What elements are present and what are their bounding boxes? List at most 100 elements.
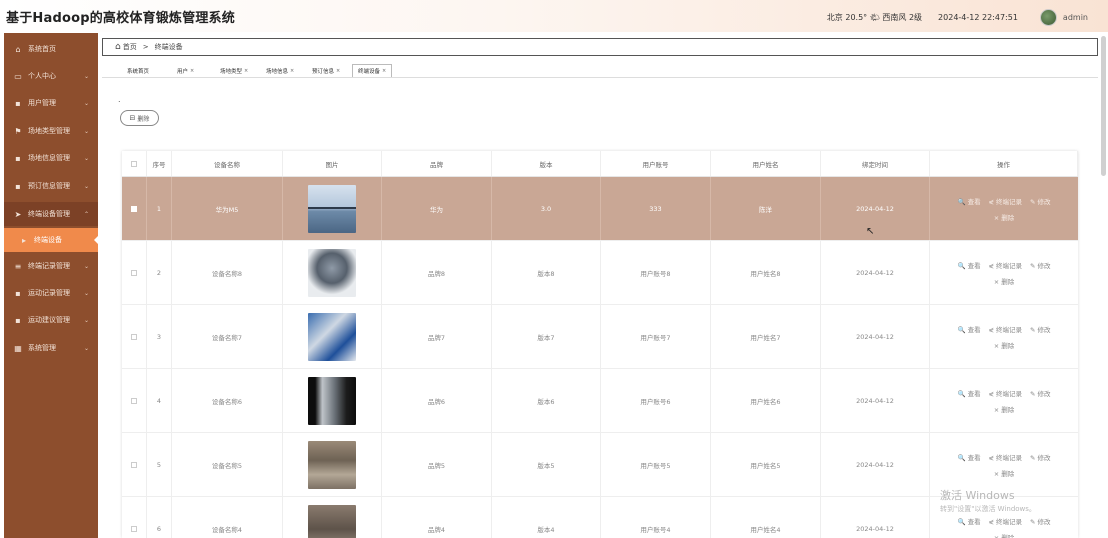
machine-photo[interactable] <box>308 248 356 297</box>
edit-button[interactable]: ✎ 修改 <box>1030 324 1050 334</box>
sidebar-item-1[interactable]: ⌂ 系统首页 <box>4 37 98 61</box>
share-icon: ⋞ <box>988 389 995 398</box>
edit-button-label: 修改 <box>1037 261 1051 270</box>
delete-row-button[interactable]: × 删除 <box>994 212 1014 222</box>
view-button[interactable]: 🔍 查看 <box>958 260 981 270</box>
chevron-down-icon: ⌄ <box>83 127 89 135</box>
cell-name: 设备名称7 <box>172 305 283 368</box>
sidebar-item-10[interactable]: ▪ 运动记录管理 ⌄ <box>4 281 98 305</box>
share-icon: ⋞ <box>988 261 995 270</box>
record-button[interactable]: ⋞ 终端记录 <box>989 196 1022 206</box>
machine-photo[interactable] <box>308 312 356 361</box>
cell-account: 用户账号4 <box>601 497 711 538</box>
tab-6[interactable]: 终端设备 × <box>352 64 393 77</box>
sidebar-item-3[interactable]: ▪ 用户管理 ⌄ <box>4 91 98 115</box>
machine-photo[interactable] <box>308 376 356 425</box>
username[interactable]: admin <box>1063 13 1088 22</box>
column-header: 设备名称 <box>172 151 283 176</box>
view-button[interactable]: 🔍 查看 <box>958 452 981 462</box>
record-button-label: 终端记录 <box>996 389 1023 398</box>
view-button[interactable]: 🔍 查看 <box>958 324 981 334</box>
table-row[interactable]: 4 设备名称6 品牌6 版本6 用户账号6 用户姓名6 2024-04-12 🔍 查看 ⋞ 终端记录… <box>122 369 1078 433</box>
bridge-photo[interactable] <box>308 184 356 233</box>
sidebar-item-11[interactable]: ▪ 运动建议管理 ⌄ <box>4 308 98 332</box>
delete-button[interactable]: ⊟ 删除 <box>120 110 159 126</box>
actions-line: 🔍 查看 ⋞ 终端记录 ✎ 修改 <box>958 324 1051 334</box>
delete-button-label: 删除 <box>137 115 150 123</box>
edit-button[interactable]: ✎ 修改 <box>1030 196 1050 206</box>
close-icon: × <box>993 341 1000 350</box>
breadcrumb-home[interactable]: 首页 <box>123 42 137 52</box>
avatar[interactable] <box>1039 9 1057 26</box>
record-button[interactable]: ⋞ 终端记录 <box>989 388 1022 398</box>
sidebar-item-9[interactable]: ≡ 终端记录管理 ⌄ <box>4 254 98 278</box>
close-icon[interactable]: × <box>290 68 294 74</box>
cell-brand: 品牌4 <box>382 497 492 538</box>
row-checkbox[interactable] <box>131 397 137 404</box>
cell-index: 6 <box>147 497 172 538</box>
table-row[interactable]: 2 设备名称8 品牌8 版本8 用户账号8 用户姓名8 2024-04-12 🔍 查看 ⋞ 终端记录… <box>122 241 1078 305</box>
delete-row-button[interactable]: × 删除 <box>994 340 1014 350</box>
view-button[interactable]: 🔍 查看 <box>958 388 981 398</box>
cell-time: 2024-04-12 <box>821 241 930 304</box>
machine-photo[interactable] <box>308 440 356 489</box>
record-button[interactable]: ⋞ 终端记录 <box>989 260 1022 270</box>
cell-name: 设备名称6 <box>172 369 283 432</box>
actions-line: 🔍 查看 ⋞ 终端记录 ✎ 修改 <box>958 516 1051 526</box>
table-row[interactable]: 6 设备名称4 品牌4 版本4 用户账号4 用户姓名4 2024-04-12 🔍 查看 ⋞ 终端记录… <box>122 497 1078 538</box>
edit-button[interactable]: ✎ 修改 <box>1030 388 1050 398</box>
actions-line: × 删除 <box>994 340 1014 350</box>
row-checkbox[interactable] <box>131 205 137 212</box>
cell-version: 3.0 <box>492 177 601 240</box>
record-button[interactable]: ⋞ 终端记录 <box>989 516 1022 526</box>
sidebar-item-8[interactable]: ▸ 终端设备 <box>4 228 98 252</box>
view-button[interactable]: 🔍 查看 <box>958 516 981 526</box>
tab-2[interactable]: 用户 × <box>172 64 199 77</box>
record-button[interactable]: ⋞ 终端记录 <box>989 324 1022 334</box>
sidebar-item-5[interactable]: ▪ 场地信息管理 ⌄ <box>4 146 98 170</box>
edit-button[interactable]: ✎ 修改 <box>1030 260 1050 270</box>
sidebar-item-4[interactable]: ⚑ 场地类型管理 ⌄ <box>4 119 98 143</box>
home-icon: ⌂ <box>15 44 21 54</box>
view-button[interactable]: 🔍 查看 <box>958 196 981 206</box>
edit-button-label: 修改 <box>1037 325 1051 334</box>
row-checkbox[interactable] <box>131 333 137 340</box>
select-all-checkbox[interactable] <box>131 160 137 167</box>
edit-button[interactable]: ✎ 修改 <box>1030 516 1050 526</box>
app-title: 基于Hadoop的高校体育锻炼管理系统 <box>6 11 235 26</box>
home-icon[interactable]: ⌂ <box>115 42 121 52</box>
sidebar-item-7[interactable]: ➤ 终端设备管理 ⌃ <box>4 202 98 226</box>
tab-4[interactable]: 场地信息 × <box>261 64 299 77</box>
close-icon[interactable]: × <box>382 68 386 74</box>
table-row[interactable]: 1 华为M5 华为 3.0 333 陈洋 2024-04-12 🔍 查看 ⋞ 终端记录 ✎ 修改 × 删除 <box>122 177 1078 241</box>
tab-3[interactable]: 场地类型 × <box>215 64 253 77</box>
row-checkbox[interactable] <box>131 269 137 276</box>
delete-row-button[interactable]: × 删除 <box>994 404 1014 414</box>
device-table: 序号 设备名称 图片 品牌 版本 用户账号 用户姓名 绑定时间 操作 1 华为M5 华为 3.0 333 陈… <box>122 151 1078 538</box>
record-button[interactable]: ⋞ 终端记录 <box>989 452 1022 462</box>
row-checkbox[interactable] <box>131 525 137 532</box>
column-header: 品牌 <box>382 151 492 176</box>
machine-photo[interactable] <box>308 504 356 538</box>
close-icon[interactable]: × <box>336 68 340 74</box>
tab-5[interactable]: 预订信息 × <box>307 64 345 77</box>
delete-row-button[interactable]: × 删除 <box>994 276 1014 286</box>
sidebar-item-6[interactable]: ▪ 预订信息管理 ⌄ <box>4 174 98 198</box>
chevron-up-icon: ⌃ <box>83 210 89 218</box>
tab-1[interactable]: 系统首页 <box>122 64 154 77</box>
sidebar-item-12[interactable]: ▦ 系统管理 ⌄ <box>4 336 98 360</box>
cell-index: 1 <box>147 177 172 240</box>
table-row[interactable]: 5 设备名称5 品牌5 版本5 用户账号5 用户姓名5 2024-04-12 🔍 查看 ⋞ 终端记录… <box>122 433 1078 497</box>
close-icon[interactable]: × <box>190 68 194 74</box>
row-checkbox[interactable] <box>131 461 137 468</box>
table-icon: ▦ <box>14 343 22 353</box>
view-button-label: 查看 <box>967 517 981 526</box>
table-row[interactable]: 3 设备名称7 品牌7 版本7 用户账号7 用户姓名7 2024-04-12 🔍 查看 ⋞ 终端记录… <box>122 305 1078 369</box>
delete-row-button[interactable]: × 删除 <box>994 532 1014 538</box>
scrollbar[interactable] <box>1101 36 1106 176</box>
delete-row-button[interactable]: × 删除 <box>994 468 1014 478</box>
caret-right-icon: ▸ <box>21 235 26 245</box>
sidebar-item-2[interactable]: ▭ 个人中心 ⌄ <box>4 64 98 88</box>
close-icon[interactable]: × <box>244 68 248 74</box>
edit-button[interactable]: ✎ 修改 <box>1030 452 1050 462</box>
